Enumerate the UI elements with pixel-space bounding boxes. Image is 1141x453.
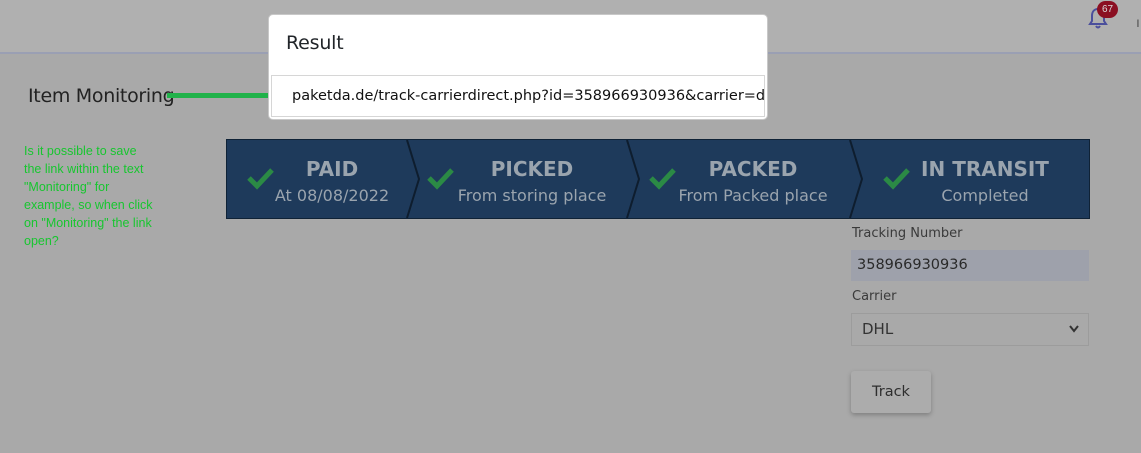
annotation-note: Is it possible to save the link within t… (24, 144, 153, 248)
carrier-label: Carrier (852, 289, 897, 304)
tracking-number-input[interactable]: 358966930936 (851, 250, 1089, 281)
chevron-down-icon (1069, 325, 1079, 333)
carrier-select[interactable]: DHL (851, 313, 1089, 346)
step-paid: PAID At 08/08/2022 (227, 140, 407, 218)
step-packed: PACKED From Packed place (627, 140, 849, 218)
step-title: PICKED (490, 157, 574, 181)
step-subtitle: Completed (941, 186, 1029, 205)
page-title: Item Monitoring (28, 85, 175, 107)
step-in-transit: IN TRANSIT Completed (851, 140, 1089, 218)
step-subtitle: From Packed place (678, 186, 828, 205)
step-title: PACKED (708, 157, 798, 181)
tracking-number-value: 358966930936 (857, 257, 968, 273)
progress-steps: PAID At 08/08/2022 PICKED From storing p… (226, 139, 1090, 219)
step-title: PAID (305, 157, 359, 181)
track-button[interactable]: Track (851, 371, 931, 413)
step-title: IN TRANSIT (921, 157, 1049, 181)
carrier-selected-value: DHL (862, 320, 894, 338)
topbar-edge-glyph: ı (1136, 14, 1140, 30)
step-picked: PICKED From storing place (407, 140, 627, 218)
step-subtitle: At 08/08/2022 (274, 186, 390, 205)
result-modal: Result paketda.de/track-carrierdirect.ph… (268, 14, 768, 120)
step-subtitle: From storing place (457, 186, 607, 205)
modal-title: Result (286, 32, 344, 54)
result-url-field[interactable]: paketda.de/track-carrierdirect.php?id=35… (271, 75, 765, 117)
notification-badge: 67 (1097, 1, 1118, 18)
tracking-number-label: Tracking Number (852, 226, 963, 241)
